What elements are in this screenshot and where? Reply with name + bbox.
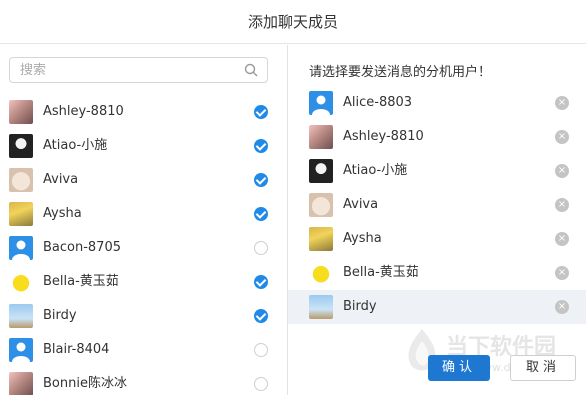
- checked-checkbox-icon[interactable]: [254, 207, 268, 221]
- user-photo-avatar: [309, 125, 333, 149]
- user-photo-avatar: [9, 168, 33, 192]
- contact-name: Atiao-小施: [43, 138, 108, 153]
- contact-name: Aysha: [43, 206, 82, 221]
- selection-hint: 请选择要发送消息的分机用户！: [309, 65, 492, 80]
- search-box[interactable]: [9, 57, 268, 83]
- contact-row[interactable]: Bacon-8705: [0, 231, 287, 265]
- contact-list: Ashley-8810 Atiao-小施 Aviva Aysha Bacon-8705 B…: [0, 95, 287, 395]
- selected-user-name: Alice-8803: [343, 95, 413, 110]
- user-photo-avatar: [9, 100, 33, 124]
- selected-user-row: Bella-黄玉茹 ×: [288, 256, 586, 290]
- contact-row[interactable]: Ashley-8810: [0, 95, 287, 129]
- contact-row[interactable]: Blair-8404: [0, 333, 287, 367]
- default-user-avatar-icon: [9, 338, 33, 362]
- selected-users-pane: 请选择要发送消息的分机用户！ Alice-8803 × Ashley-8810 × At…: [288, 45, 586, 395]
- contact-name: Birdy: [43, 308, 77, 323]
- remove-user-icon[interactable]: ×: [555, 266, 569, 280]
- user-photo-avatar: [309, 193, 333, 217]
- checked-checkbox-icon[interactable]: [254, 309, 268, 323]
- selected-user-row: Aviva ×: [288, 188, 586, 222]
- remove-user-icon[interactable]: ×: [555, 130, 569, 144]
- contact-row[interactable]: Birdy: [0, 299, 287, 333]
- contact-name: Ashley-8810: [43, 104, 124, 119]
- contact-picker-pane: Ashley-8810 Atiao-小施 Aviva Aysha Bacon-8705 B…: [0, 45, 287, 395]
- checked-checkbox-icon[interactable]: [254, 275, 268, 289]
- selected-user-name: Birdy: [343, 299, 377, 314]
- selected-user-name: Ashley-8810: [343, 129, 424, 144]
- remove-user-icon[interactable]: ×: [555, 300, 569, 314]
- contact-name: Aviva: [43, 172, 79, 187]
- contact-name: Blair-8404: [43, 342, 110, 357]
- selected-user-row: Aysha ×: [288, 222, 586, 256]
- contact-row[interactable]: Aysha: [0, 197, 287, 231]
- remove-user-icon[interactable]: ×: [555, 164, 569, 178]
- remove-user-icon[interactable]: ×: [555, 96, 569, 110]
- selected-user-name: Aysha: [343, 231, 382, 246]
- user-photo-avatar: [9, 202, 33, 226]
- confirm-button[interactable]: 确认: [428, 355, 490, 381]
- user-photo-avatar: [9, 134, 33, 158]
- selected-list: Alice-8803 × Ashley-8810 × Atiao-小施 × Aviva × Ay…: [288, 86, 586, 324]
- user-photo-avatar: [309, 159, 333, 183]
- unchecked-checkbox-icon[interactable]: [254, 377, 268, 391]
- contact-row[interactable]: Atiao-小施: [0, 129, 287, 163]
- checked-checkbox-icon[interactable]: [254, 139, 268, 153]
- remove-user-icon[interactable]: ×: [555, 198, 569, 212]
- selected-user-row: Birdy ×: [288, 290, 586, 324]
- contact-name: Bella-黄玉茹: [43, 274, 119, 289]
- search-icon[interactable]: [244, 63, 258, 77]
- user-photo-avatar: [309, 261, 333, 285]
- dialog-title: 添加聊天成员: [0, 0, 586, 44]
- user-photo-avatar: [309, 227, 333, 251]
- user-photo-avatar: [9, 304, 33, 328]
- selected-user-name: Aviva: [343, 197, 379, 212]
- user-photo-avatar: [9, 270, 33, 294]
- default-user-avatar-icon: [309, 91, 333, 115]
- contact-row[interactable]: Bella-黄玉茹: [0, 265, 287, 299]
- checked-checkbox-icon[interactable]: [254, 105, 268, 119]
- selected-user-row: Alice-8803 ×: [288, 86, 586, 120]
- contact-row[interactable]: Bonnie陈冰冰: [0, 367, 287, 395]
- unchecked-checkbox-icon[interactable]: [254, 241, 268, 255]
- selected-user-row: Ashley-8810 ×: [288, 120, 586, 154]
- selected-user-row: Atiao-小施 ×: [288, 154, 586, 188]
- checked-checkbox-icon[interactable]: [254, 173, 268, 187]
- add-chat-members-dialog: 添加聊天成员 Ashley-8810 Atiao-小施 Aviva Aysha Baco…: [0, 0, 586, 395]
- cancel-button[interactable]: 取消: [510, 355, 576, 381]
- selected-user-name: Bella-黄玉茹: [343, 265, 419, 280]
- contact-name: Bonnie陈冰冰: [43, 376, 127, 391]
- unchecked-checkbox-icon[interactable]: [254, 343, 268, 357]
- user-photo-avatar: [309, 295, 333, 319]
- contact-name: Bacon-8705: [43, 240, 121, 255]
- selected-user-name: Atiao-小施: [343, 163, 408, 178]
- remove-user-icon[interactable]: ×: [555, 232, 569, 246]
- search-input[interactable]: [10, 58, 238, 82]
- contact-row[interactable]: Aviva: [0, 163, 287, 197]
- user-photo-avatar: [9, 372, 33, 395]
- default-user-avatar-icon: [9, 236, 33, 260]
